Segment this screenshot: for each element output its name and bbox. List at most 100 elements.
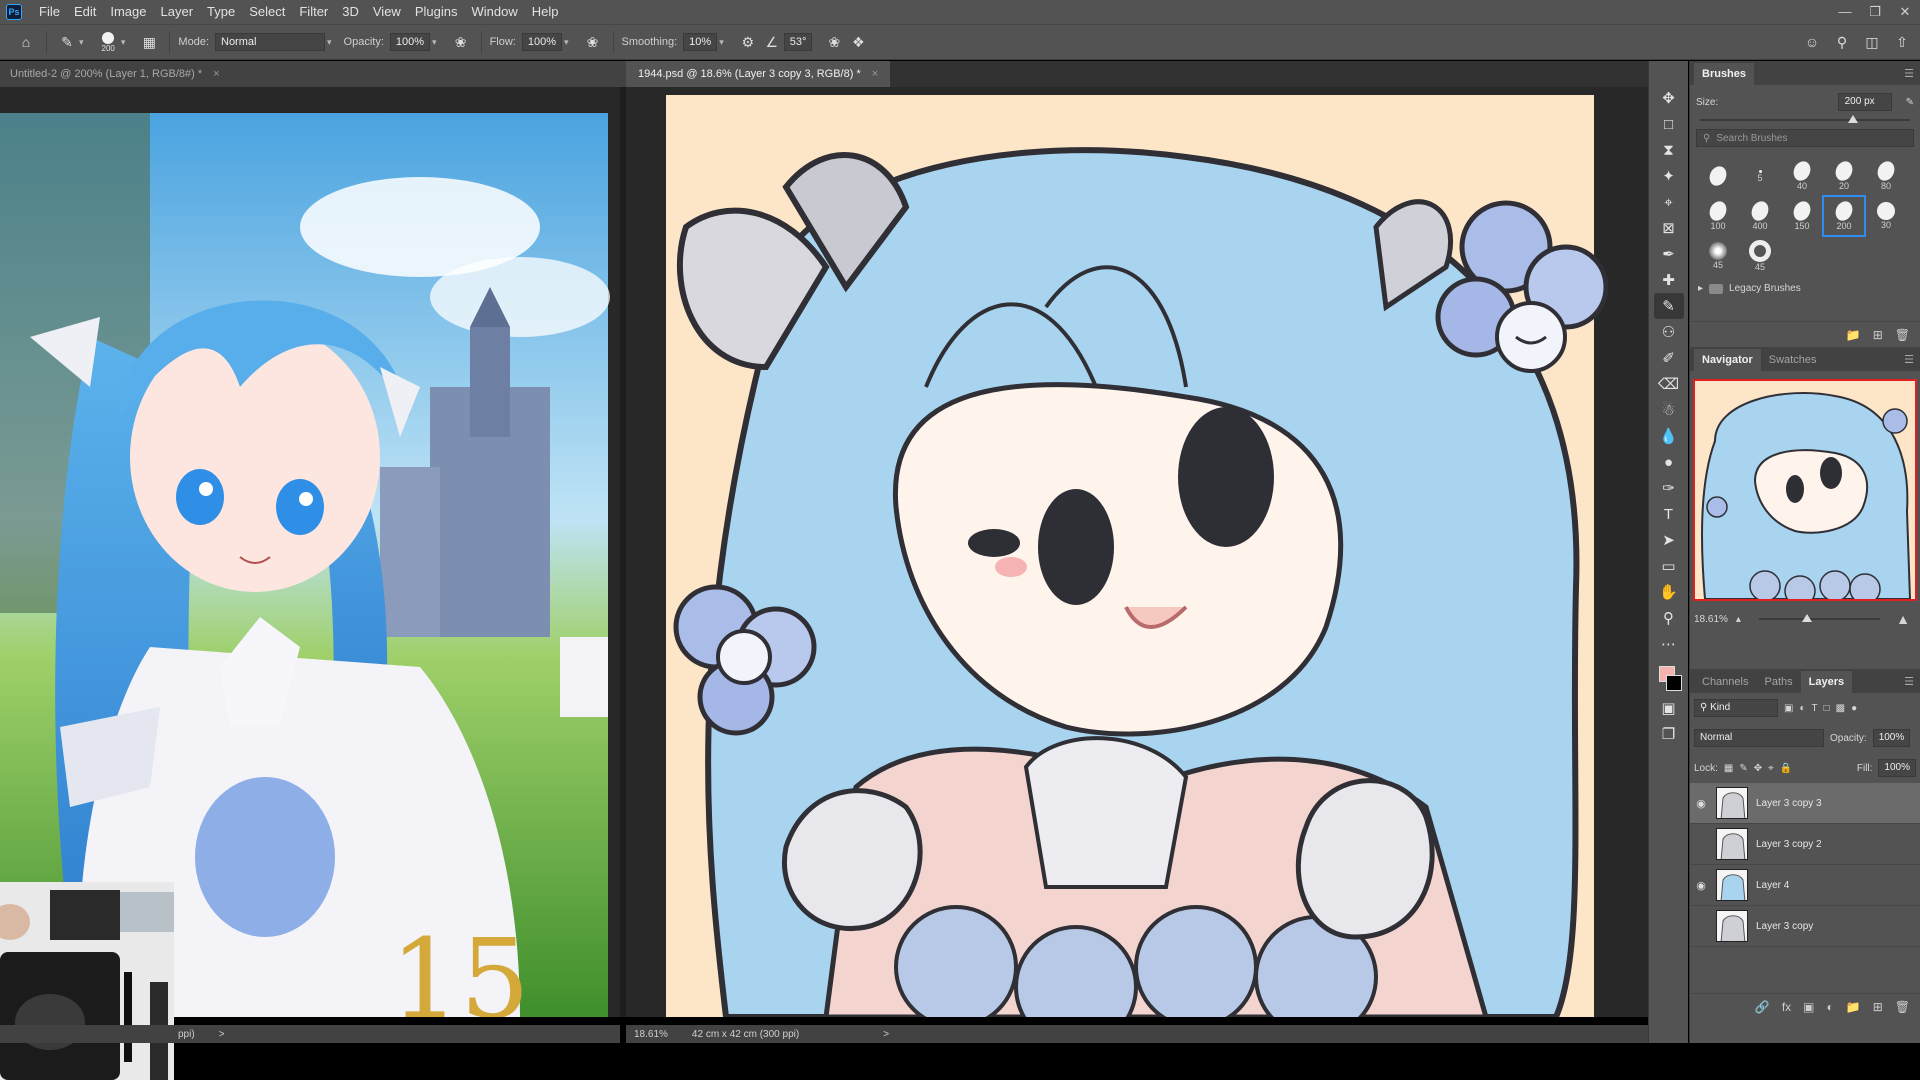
fx-icon[interactable]: fx xyxy=(1782,1000,1791,1014)
lock-transparent-icon[interactable]: ▦ xyxy=(1724,763,1733,774)
brush-tip-100[interactable]: 100 xyxy=(1698,197,1738,235)
brush-tip-45[interactable]: 45 xyxy=(1740,237,1780,275)
status-arrow-icon[interactable]: > xyxy=(883,1029,889,1040)
search-icon[interactable]: ⚲ xyxy=(1830,30,1854,54)
new-group-icon[interactable]: 📁 xyxy=(1846,1000,1861,1014)
home-icon[interactable]: ⌂ xyxy=(14,30,38,54)
frame-tool-icon[interactable]: ⊠ xyxy=(1654,215,1684,241)
eye-icon[interactable]: ◉ xyxy=(1690,797,1712,810)
brush-tip-200[interactable]: 200 xyxy=(1822,195,1866,237)
brush-settings-icon[interactable]: ▦ xyxy=(137,30,161,54)
hand-tool-icon[interactable]: ✋ xyxy=(1654,579,1684,605)
filter-kind-select[interactable]: ⚲ Kind xyxy=(1694,699,1778,717)
rectangle-tool-icon[interactable]: ▭ xyxy=(1654,553,1684,579)
pressure-opacity-icon[interactable]: ❀ xyxy=(449,30,473,54)
trash-icon[interactable]: 🗑 xyxy=(1895,1000,1910,1014)
panel-menu-icon[interactable]: ☰ xyxy=(1904,349,1920,371)
filter-toggle-icon[interactable]: ● xyxy=(1851,703,1857,714)
brush-tip-40[interactable]: 40 xyxy=(1782,157,1822,195)
main-canvas-area[interactable] xyxy=(620,87,1648,1017)
reference-canvas-area[interactable]: 15 xyxy=(0,87,620,1017)
adjustment-layer-icon[interactable]: ◐ xyxy=(1827,1000,1834,1014)
eyedropper-tool-icon[interactable]: ✒ xyxy=(1654,241,1684,267)
size-slider[interactable] xyxy=(1700,115,1910,123)
tab-brushes[interactable]: Brushes xyxy=(1694,63,1755,85)
brush-tool-preset-icon[interactable]: ✎ xyxy=(55,30,79,54)
menu-file[interactable]: File xyxy=(32,0,67,24)
background-color-swatch[interactable] xyxy=(1665,675,1682,691)
lock-paint-icon[interactable]: ✎ xyxy=(1739,763,1747,774)
brush-tip-80[interactable]: 80 xyxy=(1866,157,1906,195)
layer-name[interactable]: Layer 4 xyxy=(1756,880,1789,891)
clone-stamp-tool-icon[interactable]: ⚇ xyxy=(1654,319,1684,345)
fill-input[interactable]: 100% xyxy=(1878,759,1916,777)
quick-mask-icon[interactable]: ▣ xyxy=(1654,695,1684,721)
layer-name[interactable]: Layer 3 copy xyxy=(1756,921,1813,932)
main-artwork[interactable] xyxy=(626,87,1648,1017)
pen-tool-icon[interactable]: ✑ xyxy=(1654,475,1684,501)
reference-artwork[interactable]: 15 xyxy=(0,87,620,1017)
size-input[interactable]: 200 px xyxy=(1837,93,1892,111)
panel-menu-icon[interactable]: ☰ xyxy=(1904,63,1920,85)
flow-input[interactable]: 100% xyxy=(521,33,562,51)
menu-3d[interactable]: 3D xyxy=(335,0,366,24)
zoom-tool-icon[interactable]: ⚲ xyxy=(1654,605,1684,631)
export-icon[interactable]: ⇧ xyxy=(1890,30,1914,54)
tab-1944-psd[interactable]: 1944.psd @ 18.6% (Layer 3 copy 3, RGB/8)… xyxy=(626,61,1648,87)
lasso-tool-icon[interactable]: ⧗ xyxy=(1654,137,1684,163)
zoom-level[interactable]: 18.61% xyxy=(634,1029,668,1040)
panel-menu-icon[interactable]: ☰ xyxy=(1904,671,1920,693)
tab-paths[interactable]: Paths xyxy=(1756,671,1800,693)
filter-adjustment-icon[interactable]: ◐ xyxy=(1799,703,1805,714)
tab-navigator[interactable]: Navigator xyxy=(1694,349,1761,371)
close-window-icon[interactable]: ✕ xyxy=(1890,4,1920,20)
chevron-down-icon[interactable]: ▾ xyxy=(327,37,332,48)
menu-type[interactable]: Type xyxy=(200,0,242,24)
filter-shape-icon[interactable]: □ xyxy=(1824,703,1830,714)
status-arrow-icon[interactable]: > xyxy=(219,1029,225,1040)
chevron-down-icon[interactable]: ▾ xyxy=(719,37,724,48)
brush-tip-150[interactable]: 150 xyxy=(1782,197,1822,235)
smoothing-input[interactable]: 10% xyxy=(683,33,718,51)
menu-window[interactable]: Window xyxy=(464,0,524,24)
layer-opacity-input[interactable]: 100% xyxy=(1872,729,1911,747)
brush-tip-default[interactable] xyxy=(1698,157,1738,195)
layer-row[interactable]: ◉ Layer 4 xyxy=(1690,865,1920,906)
brush-preset-picker[interactable]: 200 xyxy=(102,31,115,53)
gear-icon[interactable]: ⚙ xyxy=(736,30,760,54)
screen-mode-icon[interactable]: ❐ xyxy=(1654,721,1684,747)
chevron-right-icon[interactable]: ▸ xyxy=(1698,283,1703,294)
type-tool-icon[interactable]: T xyxy=(1654,501,1684,527)
blur-tool-icon[interactable]: 💧 xyxy=(1654,423,1684,449)
move-tool-icon[interactable]: ✥ xyxy=(1654,85,1684,111)
tab-layers[interactable]: Layers xyxy=(1800,671,1853,693)
layer-name[interactable]: Layer 3 copy 2 xyxy=(1756,839,1822,850)
new-brush-plus-icon[interactable]: ⊞ xyxy=(1873,328,1883,342)
filter-smart-object-icon[interactable]: ▩ xyxy=(1836,703,1845,714)
workspace-icon[interactable]: ◫ xyxy=(1860,30,1884,54)
paint-bucket-tool-icon[interactable]: ☃ xyxy=(1654,397,1684,423)
menu-help[interactable]: Help xyxy=(525,0,566,24)
minimize-icon[interactable]: — xyxy=(1830,4,1860,20)
tab-untitled-2[interactable]: Untitled-2 @ 200% (Layer 1, RGB/8#) * × xyxy=(0,61,626,87)
legacy-brushes-folder[interactable]: ▸ Legacy Brushes xyxy=(1690,277,1920,300)
magic-wand-tool-icon[interactable]: ✦ xyxy=(1654,163,1684,189)
brush-tip-400[interactable]: 400 xyxy=(1740,197,1780,235)
chevron-down-icon[interactable]: ▾ xyxy=(121,37,126,48)
menu-view[interactable]: View xyxy=(366,0,408,24)
brush-tip-45[interactable]: 45 xyxy=(1698,237,1738,275)
filter-type-icon[interactable]: T xyxy=(1812,703,1818,714)
path-selection-tool-icon[interactable]: ➤ xyxy=(1654,527,1684,553)
add-mask-icon[interactable]: ▣ xyxy=(1803,1000,1814,1014)
brush-tip-30[interactable]: 30 xyxy=(1866,197,1906,235)
new-brush-icon[interactable]: ✎ xyxy=(1906,97,1914,108)
airbrush-icon[interactable]: ❀ xyxy=(581,30,605,54)
layer-row[interactable]: ◉ Layer 3 copy 3 xyxy=(1690,783,1920,824)
link-layers-icon[interactable]: 🔗 xyxy=(1755,1000,1770,1014)
filter-pixel-icon[interactable]: ▣ xyxy=(1784,703,1793,714)
blend-mode-select[interactable]: Normal xyxy=(1694,729,1824,747)
close-tab-icon[interactable]: × xyxy=(872,68,878,80)
symmetry-icon[interactable]: ❖ xyxy=(846,30,870,54)
eye-icon[interactable]: ◉ xyxy=(1690,879,1712,892)
menu-filter[interactable]: Filter xyxy=(292,0,335,24)
